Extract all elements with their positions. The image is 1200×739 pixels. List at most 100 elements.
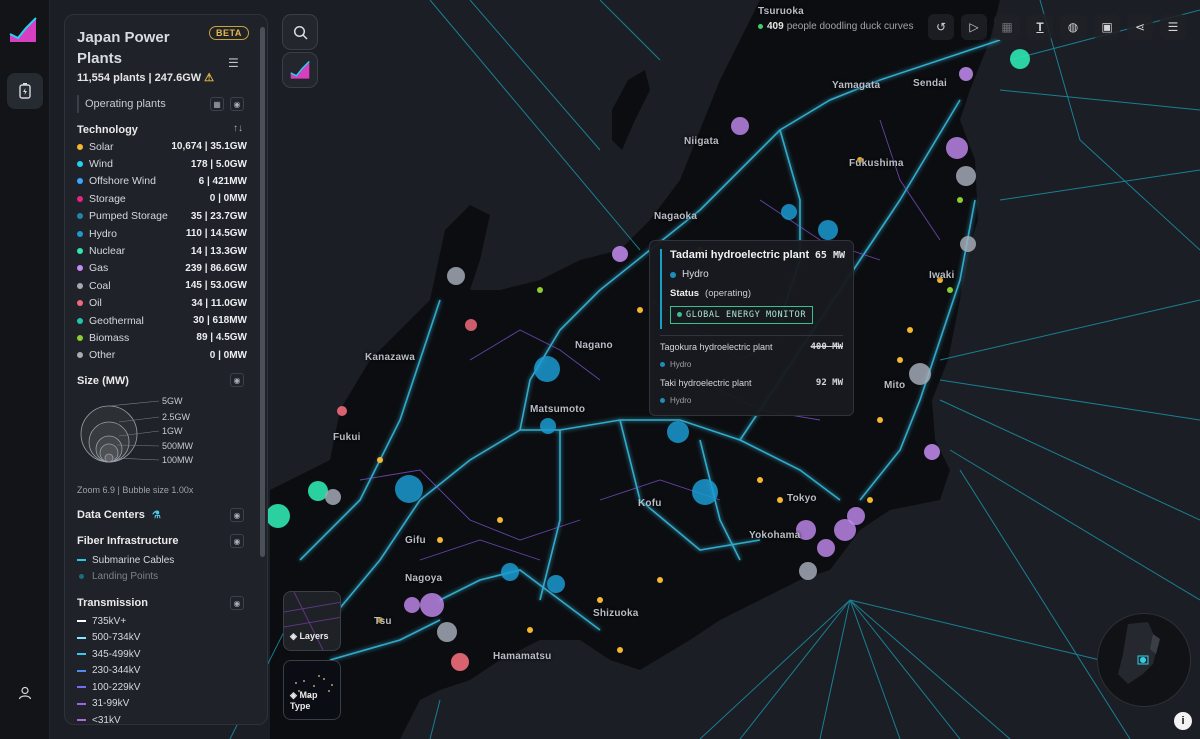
- technology-item[interactable]: Oil 34 | 11.0GW: [77, 295, 247, 312]
- technology-item[interactable]: Geothermal 30 | 618MW: [77, 312, 247, 329]
- grid-button[interactable]: ▦: [994, 14, 1020, 40]
- transmission-item-label: 100-229kV: [92, 681, 141, 693]
- share-button[interactable]: ⋖: [1127, 14, 1153, 40]
- technology-item[interactable]: Gas 239 | 86.6GW: [77, 260, 247, 277]
- technology-item[interactable]: Solar 10,674 | 35.1GW: [77, 138, 247, 155]
- city-label: Tsu: [374, 616, 392, 627]
- city-label: Mito: [884, 380, 906, 391]
- operating-options-button[interactable]: ◉: [230, 97, 244, 111]
- nearby-plant-tech: Hydro: [660, 396, 843, 405]
- map-type-button[interactable]: ◈ Map Type: [283, 660, 341, 720]
- globe-button[interactable]: ◍: [1060, 14, 1086, 40]
- technology-name: Pumped Storage: [89, 210, 168, 223]
- size-options-button[interactable]: ◉: [230, 373, 244, 387]
- technology-value: 178 | 5.0GW: [190, 158, 247, 170]
- nearby-plant-name: Tagokura hydroelectric plant: [660, 342, 773, 352]
- technology-dot-icon: [77, 195, 83, 202]
- technology-dot-icon: [77, 248, 83, 255]
- transmission-item[interactable]: 100-229kV: [77, 679, 247, 696]
- panels-icon: ☰: [1167, 20, 1179, 34]
- technology-name: Biomass: [89, 331, 130, 344]
- technology-dot-icon: [77, 334, 83, 341]
- transmission-item[interactable]: 31-99kV: [77, 696, 247, 713]
- grid-icon: ▦: [1001, 20, 1013, 34]
- source-badge[interactable]: GLOBAL ENERGY MONITOR: [670, 306, 814, 324]
- technology-value: 30 | 618MW: [193, 315, 247, 327]
- zoom-status: Zoom 6.9 | Bubble size 1.00x: [77, 485, 194, 495]
- nearby-plant-tech-label: Hydro: [670, 360, 692, 369]
- size-label: 1GW: [162, 426, 183, 436]
- technology-dot-icon: [77, 282, 83, 289]
- nearby-plant-capacity: 92 MW: [815, 378, 843, 388]
- app-switch-button[interactable]: [282, 52, 318, 88]
- size-label: 2.5GW: [162, 412, 191, 422]
- technology-dot-icon: [77, 265, 83, 272]
- beta-badge: BETA: [209, 26, 249, 40]
- city-label: Fukui: [333, 432, 361, 443]
- transmission-options-button[interactable]: ◉: [230, 596, 244, 610]
- image-export-button[interactable]: ▣: [1094, 14, 1120, 40]
- app-logo-icon[interactable]: [8, 16, 38, 44]
- size-label: 500MW: [162, 441, 194, 451]
- user-profile-button[interactable]: [7, 675, 43, 711]
- search-button[interactable]: [282, 14, 318, 50]
- transmission-item[interactable]: <31kV: [77, 712, 247, 724]
- data-centers-title[interactable]: Data Centers ⚗: [77, 509, 161, 521]
- panels-button[interactable]: ☰: [1160, 14, 1186, 40]
- city-label: Shizuoka: [593, 608, 639, 619]
- panel-scrollbar[interactable]: [260, 27, 265, 557]
- globe-minimap[interactable]: [1097, 613, 1191, 707]
- info-button[interactable]: i: [1174, 712, 1192, 730]
- cable-line-icon: [77, 559, 86, 562]
- history-button[interactable]: ↺: [928, 14, 954, 40]
- filter-settings-icon[interactable]: ☰: [228, 56, 239, 70]
- technology-item[interactable]: Biomass 89 | 4.5GW: [77, 329, 247, 346]
- city-label: Sendai: [913, 78, 947, 89]
- text-tool-button[interactable]: T: [1027, 14, 1053, 40]
- layers-button[interactable]: ◈ Layers: [283, 591, 341, 651]
- plant-technology-label: Hydro: [682, 269, 709, 280]
- play-icon: ▷: [969, 20, 979, 34]
- technology-item[interactable]: Offshore Wind 6 | 421MW: [77, 173, 247, 190]
- fiber-list: Submarine Cables Landing Points: [77, 552, 247, 585]
- technology-item[interactable]: Nuclear 14 | 13.3GW: [77, 242, 247, 259]
- city-label: Fukushima: [849, 158, 904, 169]
- technology-item[interactable]: Other 0 | 0MW: [77, 347, 247, 364]
- fiber-item[interactable]: Submarine Cables: [77, 552, 247, 569]
- info-icon: i: [1181, 715, 1185, 727]
- sort-icon[interactable]: ↑↓: [233, 123, 243, 134]
- technology-item[interactable]: Pumped Storage 35 | 23.7GW: [77, 208, 247, 225]
- grid-view-button[interactable]: ▦: [210, 97, 224, 111]
- summary-text: 11,554 plants | 247.6GW: [77, 72, 202, 84]
- fiber-options-button[interactable]: ◉: [230, 534, 244, 548]
- warning-icon[interactable]: ⚠: [204, 72, 214, 84]
- technology-name: Hydro: [89, 227, 118, 240]
- technology-dot-icon: [77, 213, 83, 220]
- nearby-plant-row[interactable]: Tagokura hydroelectric plant 400 MW Hydr…: [660, 342, 843, 369]
- hydro-dot-icon: [670, 271, 676, 278]
- technology-item[interactable]: Storage 0 | 0MW: [77, 190, 247, 207]
- settings-icon: ◉: [233, 99, 241, 109]
- nearby-plant-row[interactable]: Taki hydroelectric plant 92 MW Hydro: [660, 378, 843, 405]
- operating-label: Operating plants: [85, 98, 166, 110]
- technology-dot-icon: [77, 230, 83, 237]
- technology-item[interactable]: Wind 178 | 5.0GW: [77, 155, 247, 172]
- nearby-plant-name: Taki hydroelectric plant: [660, 378, 752, 388]
- technology-name: Gas: [89, 262, 109, 275]
- transmission-item[interactable]: 735kV+: [77, 613, 247, 630]
- technology-item[interactable]: Coal 145 | 53.0GW: [77, 277, 247, 294]
- transmission-item[interactable]: 230-344kV: [77, 663, 247, 680]
- legend-panel: Japan Power Plants BETA ☰ 11,554 plants …: [64, 14, 268, 725]
- power-plants-nav-button[interactable]: [7, 73, 43, 109]
- play-button[interactable]: ▷: [961, 14, 987, 40]
- transmission-item[interactable]: 345-499kV: [77, 646, 247, 663]
- size-title: Size (MW): [77, 375, 129, 387]
- settings-icon: ◉: [233, 375, 241, 385]
- source-dot-icon: [677, 312, 682, 317]
- transmission-item[interactable]: 500-734kV: [77, 630, 247, 647]
- technology-value: 0 | 0MW: [209, 193, 247, 205]
- fiber-item[interactable]: Landing Points: [77, 569, 247, 586]
- source-label: GLOBAL ENERGY MONITOR: [686, 310, 807, 320]
- technology-item[interactable]: Hydro 110 | 14.5GW: [77, 225, 247, 242]
- data-centers-options-button[interactable]: ◉: [230, 508, 244, 522]
